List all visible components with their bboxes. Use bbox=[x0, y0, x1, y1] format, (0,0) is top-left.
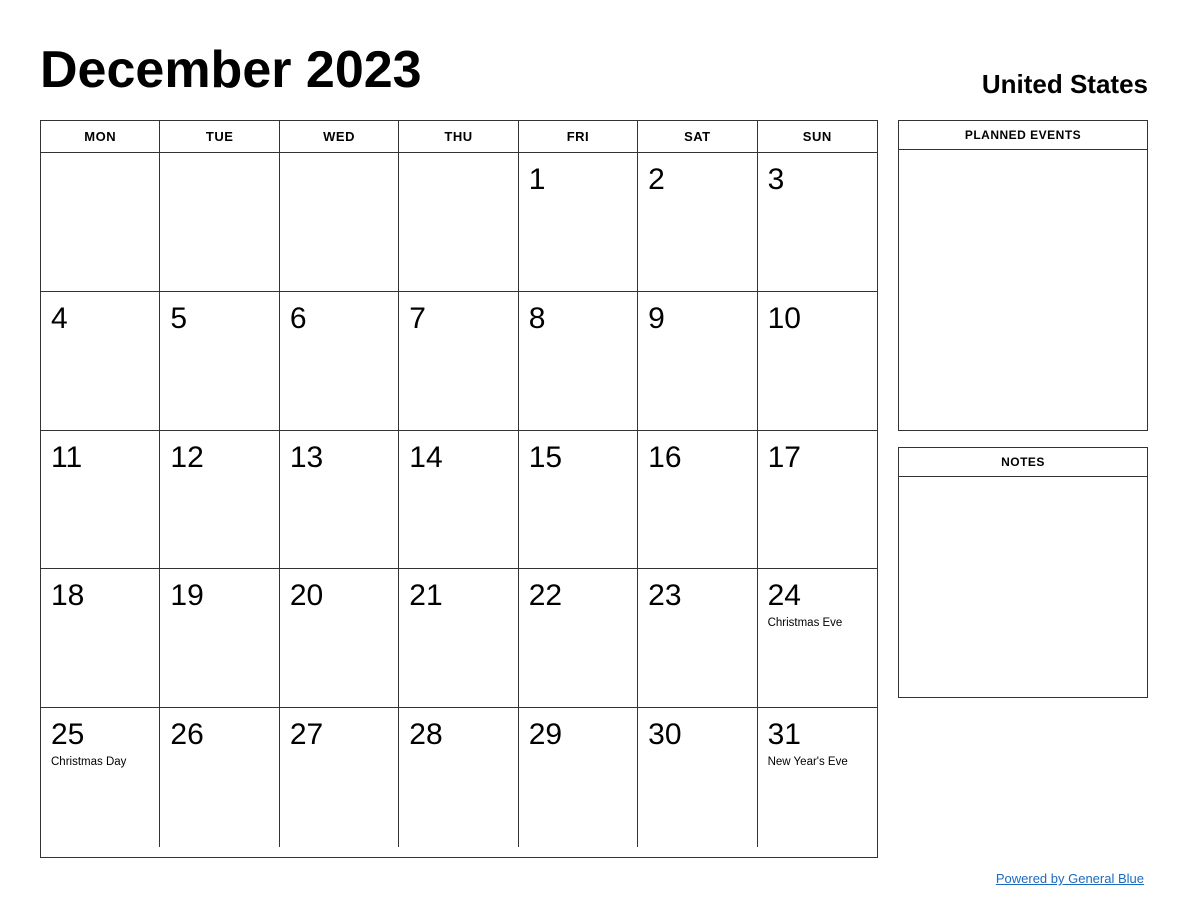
cell-day-number: 26 bbox=[170, 718, 203, 751]
calendar-cell: 1 bbox=[519, 153, 638, 292]
calendar-cell: 28 bbox=[399, 708, 518, 847]
sidebar: PLANNED EVENTS NOTES bbox=[898, 120, 1148, 858]
day-header-tue: TUE bbox=[160, 121, 279, 152]
calendar-cell: 24 Christmas Eve bbox=[758, 569, 877, 708]
day-header-sat: SAT bbox=[638, 121, 757, 152]
calendar-grid: 123456789101112131415161718192021222324C… bbox=[41, 153, 877, 847]
calendar-cell: 3 bbox=[758, 153, 877, 292]
cell-day-number: 28 bbox=[409, 718, 442, 751]
country-title: United States bbox=[982, 69, 1148, 100]
calendar-cell: 11 bbox=[41, 431, 160, 570]
cell-day-number: 9 bbox=[648, 302, 665, 335]
calendar-cell: 10 bbox=[758, 292, 877, 431]
day-header-thu: THU bbox=[399, 121, 518, 152]
calendar-cell: 6 bbox=[280, 292, 399, 431]
calendar-cell: 7 bbox=[399, 292, 518, 431]
calendar-cell: 26 bbox=[160, 708, 279, 847]
cell-day-number: 15 bbox=[529, 441, 562, 474]
cell-day-number: 6 bbox=[290, 302, 307, 335]
calendar-cell: 31 New Year's Eve bbox=[758, 708, 877, 847]
header: December 2023 United States bbox=[40, 40, 1148, 100]
cell-day-number: 19 bbox=[170, 579, 203, 612]
cell-day-number: 2 bbox=[648, 163, 665, 196]
cell-day-number: 3 bbox=[768, 163, 785, 196]
calendar-cell: 13 bbox=[280, 431, 399, 570]
footer: Powered by General Blue bbox=[40, 870, 1148, 888]
cell-day-number: 1 bbox=[529, 163, 546, 196]
calendar-cell: 16 bbox=[638, 431, 757, 570]
calendar-cell bbox=[160, 153, 279, 292]
cell-day-number: 13 bbox=[290, 441, 323, 474]
planned-events-content bbox=[899, 150, 1147, 430]
cell-day-number: 25 bbox=[51, 718, 84, 751]
cell-day-number: 22 bbox=[529, 579, 562, 612]
powered-by-link[interactable]: Powered by General Blue bbox=[996, 871, 1144, 886]
cell-day-number: 8 bbox=[529, 302, 546, 335]
calendar-cell: 5 bbox=[160, 292, 279, 431]
day-header-wed: WED bbox=[280, 121, 399, 152]
calendar-cell: 18 bbox=[41, 569, 160, 708]
calendar-cell: 17 bbox=[758, 431, 877, 570]
calendar-cell: 12 bbox=[160, 431, 279, 570]
calendar-cell: 15 bbox=[519, 431, 638, 570]
main-content: MONTUEWEDTHUFRISATSUN 123456789101112131… bbox=[40, 120, 1148, 858]
cell-day-number: 30 bbox=[648, 718, 681, 751]
calendar-cell: 9 bbox=[638, 292, 757, 431]
cell-day-number: 24 bbox=[768, 579, 801, 612]
cell-day-number: 12 bbox=[170, 441, 203, 474]
cell-day-number: 29 bbox=[529, 718, 562, 751]
calendar-cell: 25 Christmas Day bbox=[41, 708, 160, 847]
calendar-cell bbox=[280, 153, 399, 292]
month-title: December 2023 bbox=[40, 40, 422, 100]
cell-day-number: 7 bbox=[409, 302, 426, 335]
calendar-cell: 29 bbox=[519, 708, 638, 847]
page: December 2023 United States MONTUEWEDTHU… bbox=[0, 0, 1188, 918]
cell-day-number: 11 bbox=[51, 441, 82, 474]
planned-events-title: PLANNED EVENTS bbox=[899, 121, 1147, 150]
calendar-cell: 27 bbox=[280, 708, 399, 847]
calendar-cell: 22 bbox=[519, 569, 638, 708]
notes-box: NOTES bbox=[898, 447, 1148, 698]
cell-day-number: 5 bbox=[170, 302, 187, 335]
cell-day-number: 31 bbox=[768, 718, 801, 751]
day-header-sun: SUN bbox=[758, 121, 877, 152]
cell-event-label: Christmas Eve bbox=[768, 616, 843, 631]
cell-event-label: Christmas Day bbox=[51, 755, 126, 770]
cell-day-number: 17 bbox=[768, 441, 801, 474]
cell-day-number: 27 bbox=[290, 718, 323, 751]
day-header-mon: MON bbox=[41, 121, 160, 152]
cell-day-number: 4 bbox=[51, 302, 68, 335]
calendar-cell bbox=[41, 153, 160, 292]
calendar-cell: 2 bbox=[638, 153, 757, 292]
calendar-cell: 14 bbox=[399, 431, 518, 570]
cell-day-number: 23 bbox=[648, 579, 681, 612]
calendar-cell: 19 bbox=[160, 569, 279, 708]
day-header-fri: FRI bbox=[519, 121, 638, 152]
calendar-cell: 4 bbox=[41, 292, 160, 431]
notes-title: NOTES bbox=[899, 448, 1147, 477]
cell-day-number: 20 bbox=[290, 579, 323, 612]
cell-day-number: 21 bbox=[409, 579, 442, 612]
calendar-cell: 21 bbox=[399, 569, 518, 708]
cell-day-number: 10 bbox=[768, 302, 801, 335]
calendar-cell: 8 bbox=[519, 292, 638, 431]
calendar-cell: 23 bbox=[638, 569, 757, 708]
calendar-section: MONTUEWEDTHUFRISATSUN 123456789101112131… bbox=[40, 120, 878, 858]
planned-events-box: PLANNED EVENTS bbox=[898, 120, 1148, 431]
notes-content bbox=[899, 477, 1147, 697]
calendar-cell: 30 bbox=[638, 708, 757, 847]
calendar-header: MONTUEWEDTHUFRISATSUN bbox=[41, 121, 877, 153]
cell-day-number: 18 bbox=[51, 579, 84, 612]
cell-event-label: New Year's Eve bbox=[768, 755, 848, 770]
cell-day-number: 16 bbox=[648, 441, 681, 474]
cell-day-number: 14 bbox=[409, 441, 442, 474]
calendar-cell: 20 bbox=[280, 569, 399, 708]
calendar-cell bbox=[399, 153, 518, 292]
